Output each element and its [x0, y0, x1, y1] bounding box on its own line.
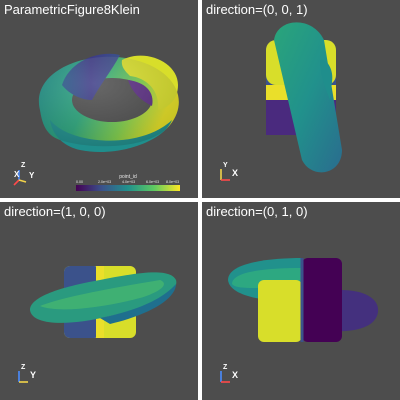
viewport-figure8klein[interactable]: ParametricFigure8Klein point_id 0.00 2.0… — [0, 0, 198, 198]
orientation-axes: Z X Y — [13, 162, 35, 186]
axis-label: Z — [21, 162, 26, 169]
axis-label: Z — [21, 364, 26, 371]
orientation-axes: Z Y — [18, 364, 36, 383]
axis-label: Y — [30, 370, 36, 380]
viewport-title: direction=(0, 1, 0) — [206, 204, 308, 219]
render-window: ParametricFigure8Klein point_id 0.00 2.0… — [0, 0, 400, 400]
orientation-axes: Z X — [220, 364, 238, 383]
viewport-direction-z[interactable]: direction=(0, 0, 1) Y X — [202, 0, 400, 198]
scalar-bar-tick: 4.0e+03 — [122, 180, 136, 184]
axis-label: Y — [29, 171, 35, 180]
scalar-bar-tick: 0.00 — [76, 180, 83, 184]
axis-label: X — [14, 170, 20, 179]
viewport-direction-y[interactable]: direction=(0, 1, 0) Z X — [202, 202, 400, 400]
scalar-bar: point_id 0.00 2.0e+03 4.0e+03 6.0e+03 8.… — [76, 174, 180, 192]
scalar-bar-tick: 2.0e+03 — [98, 180, 112, 184]
axis-label: Z — [223, 364, 228, 371]
axis-label: X — [232, 370, 238, 380]
viewport-direction-x[interactable]: direction=(1, 0, 0) Z Y — [0, 202, 198, 400]
scalar-bar-tick: 8.0e+03 — [166, 180, 180, 184]
axis-label: X — [232, 168, 238, 178]
axis-label: Y — [223, 162, 228, 169]
scalar-bar-tick: 6.0e+03 — [146, 180, 160, 184]
orientation-axes: Y X — [220, 162, 238, 181]
viewport-title: direction=(0, 0, 1) — [206, 2, 308, 17]
viewport-title: ParametricFigure8Klein — [4, 2, 140, 17]
scalar-bar-colormap — [76, 185, 180, 191]
viewport-title: direction=(1, 0, 0) — [4, 204, 106, 219]
